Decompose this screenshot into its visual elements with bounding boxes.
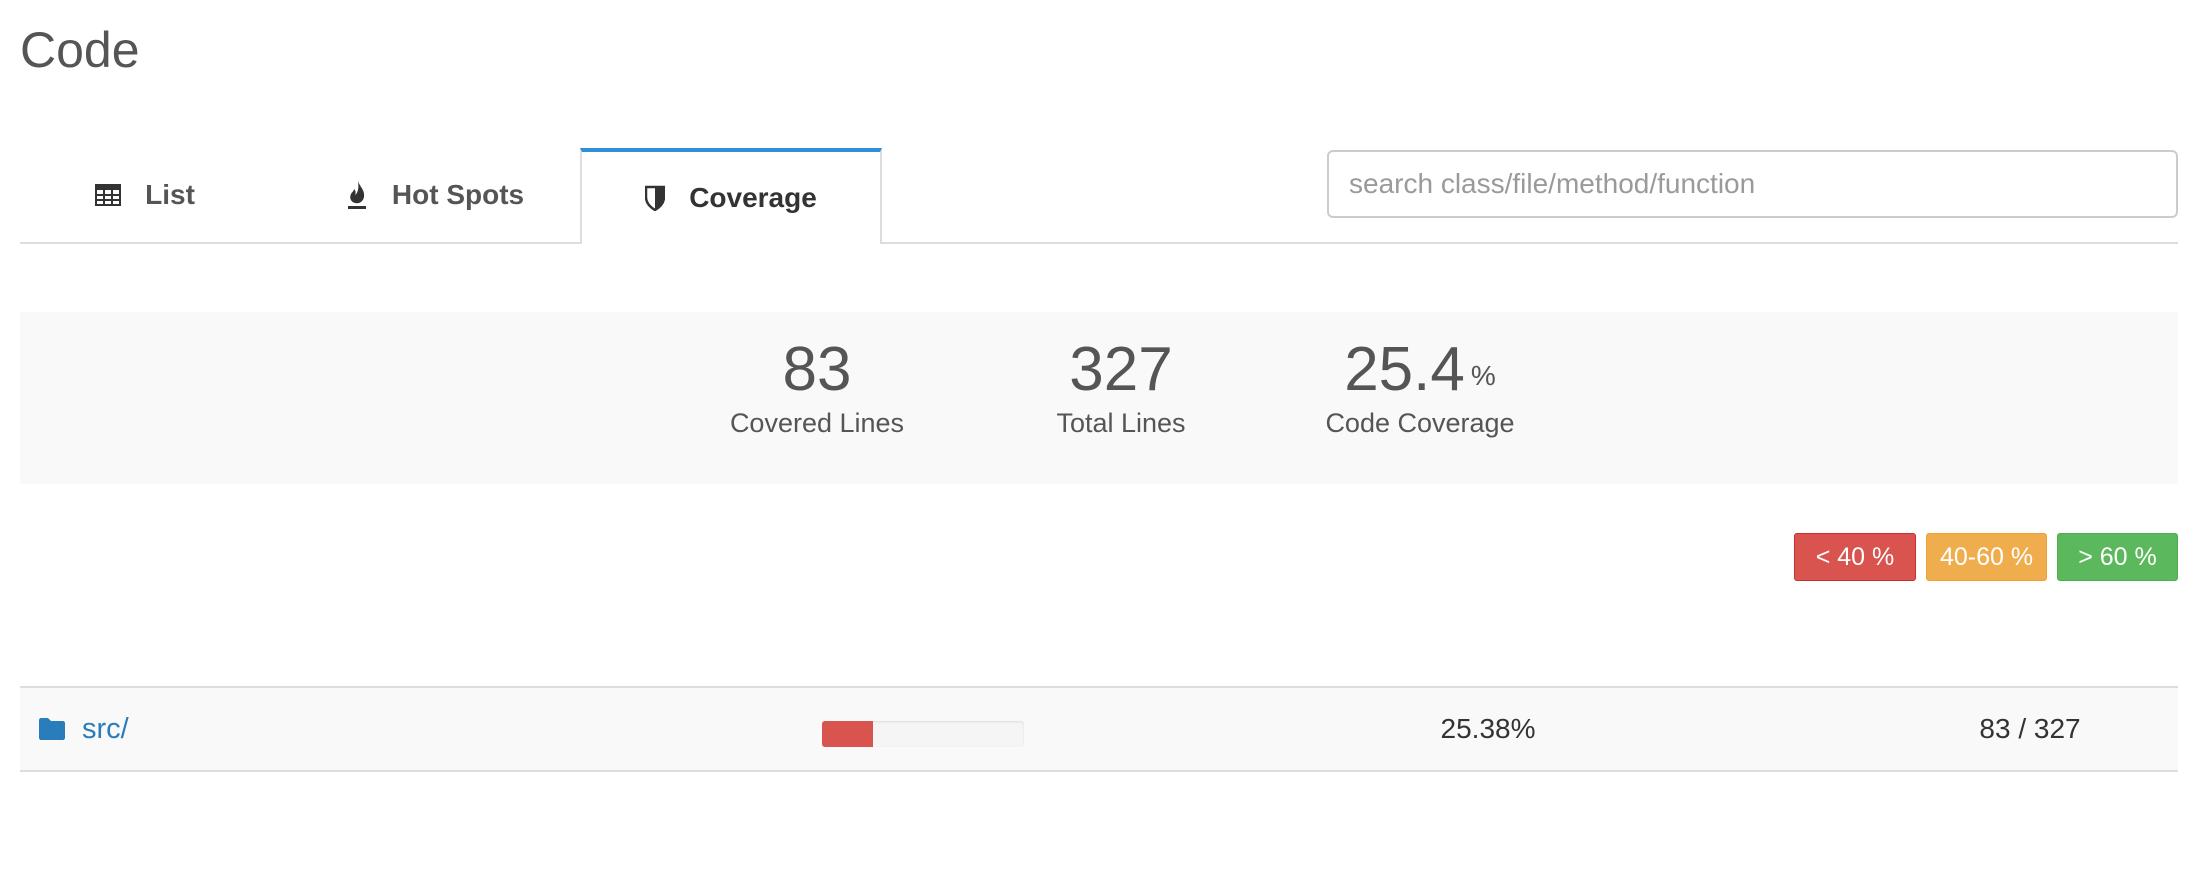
tab-hot-spots[interactable]: Hot Spots (300, 148, 570, 242)
legend-mid-badge: 40-60 % (1926, 533, 2047, 581)
tab-list[interactable]: List (60, 148, 230, 242)
tab-list-label: List (145, 179, 195, 210)
folder-icon (38, 717, 66, 741)
search-input[interactable] (1327, 150, 2178, 218)
code-coverage-unit: % (1470, 360, 1496, 391)
tab-coverage-label: Coverage (689, 182, 817, 213)
page: Code List Hot Spots Coverage search clas… (0, 0, 2198, 886)
code-coverage-value: 25.4 (1344, 335, 1465, 404)
directory-link[interactable]: src/ (38, 688, 129, 770)
fire-icon (346, 180, 368, 210)
covered-lines-value: 83 (782, 335, 852, 404)
tab-coverage[interactable]: Coverage (580, 148, 882, 244)
legend-low-badge: < 40 % (1794, 533, 1916, 581)
coverage-progress-bar (822, 721, 1024, 747)
total-lines-label: Total Lines (1056, 408, 1186, 438)
code-coverage-number: 25.4% (1310, 334, 1530, 406)
coverage-percent: 25.38% (1440, 713, 1536, 744)
code-coverage-stat: 25.4% Code Coverage (1310, 334, 1530, 439)
code-coverage-label: Code Coverage (1325, 408, 1515, 438)
table-icon (95, 184, 122, 206)
shield-icon (645, 185, 666, 211)
table-row: src/ 25.38% 83 / 327 (20, 686, 2178, 772)
tab-hot-spots-label: Hot Spots (391, 179, 525, 210)
covered-lines-stat: 83 Covered Lines (690, 334, 944, 439)
page-title: Code (20, 22, 140, 78)
covered-lines-label: Covered Lines (729, 408, 905, 438)
directory-name: src/ (82, 712, 129, 745)
coverage-summary: 83 Covered Lines 327 Total Lines 25.4% C… (20, 312, 2178, 484)
legend-high-badge: > 60 % (2057, 533, 2178, 581)
total-lines-stat: 327 Total Lines (1014, 334, 1228, 439)
total-lines-value: 327 (1069, 335, 1173, 404)
coverage-progress-fill (822, 721, 874, 747)
coverage-lines: 83 / 327 (1979, 713, 2081, 744)
